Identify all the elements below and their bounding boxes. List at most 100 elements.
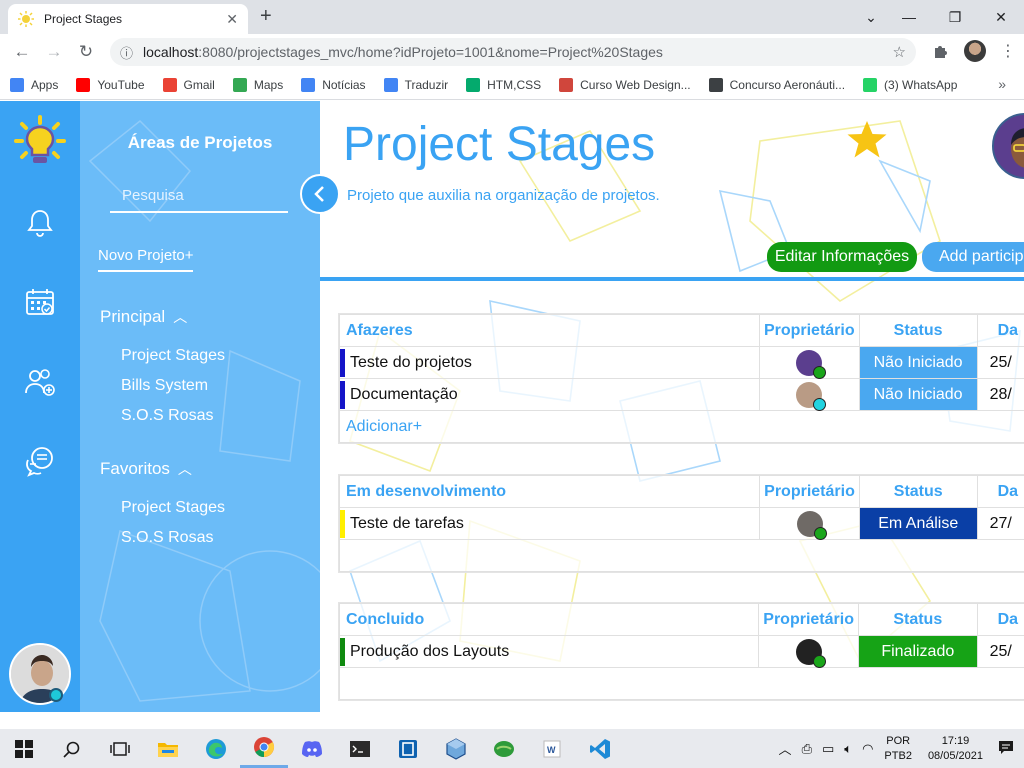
file-explorer-icon[interactable] xyxy=(144,729,192,768)
search-input[interactable] xyxy=(110,186,320,204)
calendar-icon[interactable] xyxy=(24,286,56,318)
favorite-item-sos-rosas[interactable]: S.O.S Rosas xyxy=(121,529,213,547)
chevron-up-icon[interactable]: ︿ xyxy=(173,307,187,327)
restore-icon[interactable]: ❐ xyxy=(932,9,978,26)
lightbulb-logo-icon[interactable] xyxy=(14,115,66,167)
new-project-link[interactable]: Novo Projeto+ xyxy=(98,247,194,272)
profile-avatar[interactable] xyxy=(964,40,986,62)
close-tab-icon[interactable]: ✕ xyxy=(226,11,238,28)
discord-icon[interactable] xyxy=(288,729,336,768)
owner-avatar[interactable] xyxy=(796,349,827,379)
section-principal-header[interactable]: Principal ︿ xyxy=(100,307,187,327)
edit-info-button[interactable]: Editar Informações xyxy=(767,242,917,272)
wifi-icon[interactable]: ◠ xyxy=(862,741,873,757)
sidebar-item-bills-system[interactable]: Bills System xyxy=(121,377,208,395)
reload-icon[interactable]: ↻ xyxy=(70,42,102,62)
concurso-icon xyxy=(708,77,723,92)
project-main: Project Stages Projeto que auxilia na or… xyxy=(320,101,1024,712)
apps-grid-icon xyxy=(10,77,24,92)
bookmark-item[interactable]: Gmail xyxy=(162,77,215,92)
section-label: Favoritos xyxy=(100,459,170,478)
task-row[interactable]: Teste de tarefas Em Análise 27/ xyxy=(338,507,1024,540)
volume-icon[interactable]: 🔈︎ xyxy=(844,741,852,757)
bookmark-item[interactable]: Notícias xyxy=(301,77,366,92)
tab-search-icon[interactable]: ⌄ xyxy=(856,9,886,26)
address-bar[interactable]: ⓘ localhost :8080/projectstages_mvc/home… xyxy=(110,38,916,66)
forward-icon[interactable]: → xyxy=(38,42,70,62)
word-like-icon[interactable]: W xyxy=(528,729,576,768)
language-indicator[interactable]: POR PTB2 xyxy=(884,734,912,764)
task-name-cell[interactable]: Teste do projetos xyxy=(339,346,760,379)
chat-icon[interactable] xyxy=(24,446,56,478)
bookmark-item[interactable]: (3) WhatsApp xyxy=(863,77,957,92)
more-bookmarks-icon[interactable]: » xyxy=(998,76,1006,92)
back-icon[interactable]: ← xyxy=(6,42,38,62)
bookmark-item[interactable]: Traduzir xyxy=(383,77,448,92)
tab-title: Project Stages xyxy=(44,12,123,26)
terminal-icon[interactable] xyxy=(336,729,384,768)
collapse-sidebar-button[interactable] xyxy=(300,174,340,214)
menu-dots-icon[interactable]: ⋮ xyxy=(1000,41,1016,61)
search-icon[interactable] xyxy=(48,729,96,768)
sidebar-title: Áreas de Projetos xyxy=(127,133,273,152)
info-icon[interactable]: ⓘ xyxy=(120,43,133,62)
owner-avatar[interactable] xyxy=(795,638,826,668)
add-users-icon[interactable] xyxy=(24,366,56,398)
task-name-cell[interactable]: Produção dos Layouts xyxy=(338,635,760,668)
bookmark-star-icon[interactable]: ☆ xyxy=(893,43,906,61)
task-row[interactable]: Produção dos Layouts Finalizado 25/ xyxy=(338,635,1024,668)
minimize-icon[interactable]: — xyxy=(886,9,932,25)
url-host: localhost xyxy=(143,44,199,60)
status-badge[interactable]: Finalizado xyxy=(858,635,978,668)
network-device-icon[interactable]: ⎙ xyxy=(802,741,812,757)
extensions-puzzle-icon[interactable] xyxy=(932,42,950,60)
windows-start-icon[interactable] xyxy=(0,729,48,768)
browser-tabbar: Project Stages ✕ + ⌄ — ❐ ✕ xyxy=(0,0,1024,34)
online-status-dot xyxy=(49,688,63,702)
add-task-link[interactable]: Adicionar+ xyxy=(339,410,1024,443)
chevron-up-icon[interactable]: ︿ xyxy=(178,459,192,479)
task-color-bar xyxy=(340,638,345,666)
clock[interactable]: 17:19 08/05/2021 xyxy=(928,734,983,764)
browser-toolbar: ← → ↻ ⓘ localhost :8080/projectstages_mv… xyxy=(0,34,1024,70)
section-favoritos-header[interactable]: Favoritos ︿ xyxy=(100,459,192,479)
keyboard-layout: PTB2 xyxy=(884,749,912,762)
node-gecko-icon[interactable] xyxy=(480,729,528,768)
bookmark-item[interactable]: HTM,CSS xyxy=(466,77,541,92)
new-tab-icon[interactable]: + xyxy=(260,6,272,26)
owner-avatar[interactable] xyxy=(796,381,827,411)
bookmark-item[interactable]: Apps xyxy=(10,77,59,92)
virtualbox-icon[interactable] xyxy=(432,729,480,768)
task-view-icon[interactable] xyxy=(96,729,144,768)
owner-avatar[interactable] xyxy=(796,510,827,540)
sidebar-item-sos-rosas[interactable]: S.O.S Rosas xyxy=(121,407,213,425)
tray-chevron-up-icon[interactable]: ︿ xyxy=(779,739,792,758)
status-badge[interactable]: Em Análise xyxy=(858,507,978,540)
task-row[interactable]: Documentação Não Iniciado 28/ xyxy=(339,378,1024,411)
task-color-bar xyxy=(340,381,345,409)
code-app-icon[interactable] xyxy=(384,729,432,768)
close-window-icon[interactable]: ✕ xyxy=(978,9,1024,26)
task-name-cell[interactable]: Documentação xyxy=(339,378,760,411)
edge-browser-icon[interactable] xyxy=(192,729,240,768)
task-color-bar xyxy=(340,349,345,377)
battery-icon[interactable]: ▭ xyxy=(822,741,834,757)
bookmark-item[interactable]: YouTube xyxy=(76,77,145,92)
vscode-icon[interactable] xyxy=(576,729,624,768)
favorite-item-project-stages[interactable]: Project Stages xyxy=(121,499,225,517)
bookmark-label: Apps xyxy=(31,77,59,92)
task-name-cell[interactable]: Teste de tarefas xyxy=(338,507,761,540)
bell-icon[interactable] xyxy=(24,207,56,239)
browser-tab[interactable]: Project Stages ✕ xyxy=(8,4,248,34)
bookmark-item[interactable]: Curso Web Design... xyxy=(559,77,691,92)
task-row[interactable]: Teste do projetos Não Iniciado 25/ xyxy=(339,346,1024,379)
favorite-star-icon[interactable] xyxy=(846,119,888,161)
chrome-icon[interactable] xyxy=(240,729,288,768)
bookmark-item[interactable]: Maps xyxy=(232,77,283,92)
notifications-icon[interactable] xyxy=(998,739,1014,758)
bookmark-item[interactable]: Concurso Aeronáuti... xyxy=(708,77,845,92)
status-badge[interactable]: Não Iniciado xyxy=(858,346,978,379)
status-badge[interactable]: Não Iniciado xyxy=(858,378,978,411)
add-participant-button[interactable]: Add particip xyxy=(922,242,1024,272)
sidebar-item-project-stages[interactable]: Project Stages xyxy=(121,347,225,365)
